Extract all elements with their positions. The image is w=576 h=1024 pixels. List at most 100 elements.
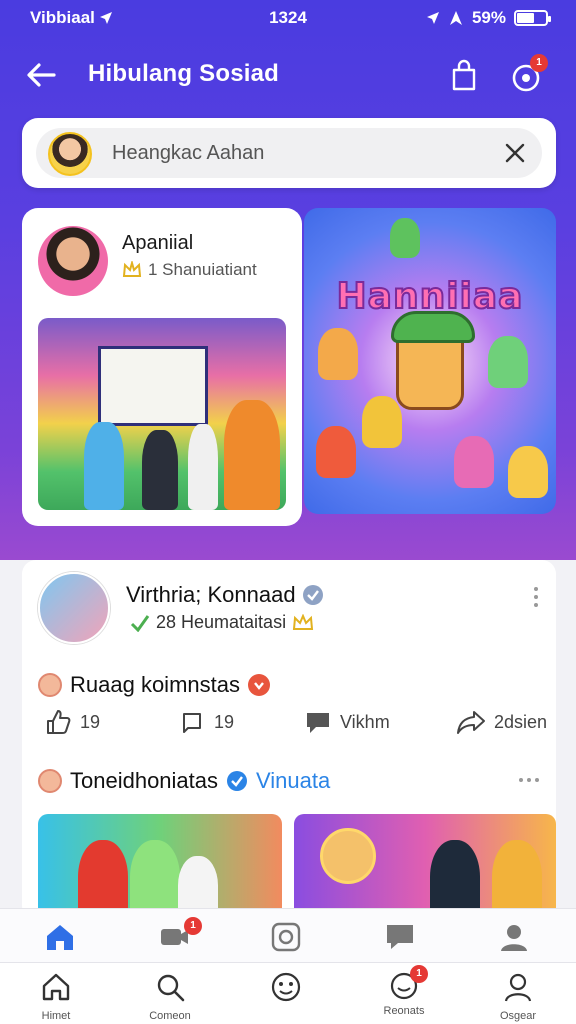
close-icon[interactable] <box>502 140 528 166</box>
thumbnail-character <box>320 828 376 884</box>
avatar <box>38 226 108 296</box>
battery-percent: 59% <box>471 8 506 27</box>
chat-badge: 1 <box>410 965 428 983</box>
like-count: 19 <box>80 711 101 732</box>
tab-profile[interactable] <box>484 921 544 958</box>
message-icon <box>387 925 413 949</box>
photo-child <box>84 422 124 510</box>
featured-artwork[interactable]: Hanniiaa <box>304 208 556 514</box>
nav-profile-label: Osgear <box>499 1010 537 1022</box>
post-caption: Ruaag koimnstas <box>70 672 240 697</box>
tab-messages[interactable] <box>370 921 430 958</box>
nav-search[interactable]: Comeon <box>140 971 200 1022</box>
post-caption-row: Ruaag koimnstas <box>38 672 270 698</box>
photo-board <box>98 346 208 426</box>
chat-tab-icon-wrap: 1 <box>388 965 428 1003</box>
subheader-tag[interactable]: Vinuata <box>256 768 330 794</box>
signal-icon <box>449 11 462 25</box>
repost-icon <box>183 713 201 733</box>
artwork-mascot <box>391 311 475 410</box>
search-card: Heangkac Aahan <box>22 118 556 188</box>
crown-icon <box>122 261 142 277</box>
emoji-icon <box>38 673 62 697</box>
artwork-character <box>316 426 356 478</box>
tab-bar-upper: 1 <box>0 908 576 964</box>
artwork-character <box>488 336 528 388</box>
status-bar: Vibbiaal 1324 59% <box>0 0 576 36</box>
nav-profile[interactable]: Osgear <box>488 971 548 1022</box>
page-title: Hibulang Sosiad <box>88 60 280 87</box>
photo-child <box>188 424 218 510</box>
comment-label: Vikhm <box>340 711 390 732</box>
post-actions: 19 19 Vikhm 2dsien <box>38 708 547 740</box>
media-thumbnail[interactable] <box>294 814 556 920</box>
avatar[interactable] <box>38 572 110 644</box>
status-icons: 59% <box>426 8 551 28</box>
tab-camera[interactable] <box>256 921 316 958</box>
tab-bar-lower: Himet Comeon 1 Reonats Osgear <box>0 962 576 1024</box>
more-horizontal-icon[interactable] <box>518 776 540 784</box>
like-icon <box>47 710 71 734</box>
artwork-character <box>454 436 494 488</box>
photo-child <box>142 430 178 510</box>
notification-badge: 1 <box>530 54 548 72</box>
repost-button[interactable]: 19 <box>178 708 234 736</box>
search-placeholder: Heangkac Aahan <box>112 142 265 164</box>
media-thumbnail[interactable] <box>38 814 282 920</box>
tab-home[interactable] <box>30 921 90 958</box>
heart-icon <box>254 682 264 690</box>
post-author-row: Virthria; Konnaad <box>126 582 324 608</box>
post-card: Virthria; Konnaad 28 Heumataitasi Ruaag … <box>22 560 556 920</box>
nav-home[interactable]: Himet <box>26 971 86 1022</box>
artwork-character <box>318 328 358 380</box>
profile-meta-text: 1 Shanuiatiant <box>148 260 257 279</box>
camera-icon <box>271 922 301 952</box>
home-icon <box>42 973 70 1001</box>
video-tab-icon-wrap: 1 <box>158 917 202 953</box>
crown-icon <box>292 613 314 630</box>
app-header: Hibulang Sosiad 1 <box>0 48 576 100</box>
post-author[interactable]: Virthria; Konnaad <box>126 582 296 608</box>
artwork-character <box>508 446 548 498</box>
emoji-icon <box>271 972 301 1002</box>
battery-icon <box>514 10 551 26</box>
nav-chat-label: Reonats <box>383 1005 425 1017</box>
share-icon <box>457 711 485 734</box>
nav-chat[interactable]: 1 Reonats <box>374 965 434 1017</box>
profile-name: Apaniial <box>122 232 194 254</box>
profile-icon <box>504 973 532 1002</box>
battery-fill <box>517 13 534 23</box>
artwork-character <box>362 396 402 448</box>
search-icon <box>157 974 185 1002</box>
search-input[interactable]: Heangkac Aahan <box>36 128 542 178</box>
share-button[interactable]: 2dsien <box>456 708 547 736</box>
verified-icon <box>227 771 248 791</box>
video-badge: 1 <box>184 917 202 935</box>
tab-video[interactable]: 1 <box>144 917 204 953</box>
comment-icon <box>307 713 329 733</box>
notification-button[interactable]: 1 <box>508 54 548 94</box>
avatar <box>48 132 92 176</box>
check-icon <box>130 614 150 632</box>
like-button[interactable]: 19 <box>44 708 100 736</box>
nav-search-label: Comeon <box>149 1010 191 1022</box>
emoji-icon <box>38 769 62 793</box>
post-meta-text: 28 Heumataitasi <box>156 612 287 632</box>
featured-photo[interactable] <box>38 318 286 510</box>
shopping-bag-icon[interactable] <box>448 58 480 92</box>
location-arrow-icon <box>426 12 439 24</box>
featured-profile-card[interactable]: Apaniial 1 Shanuiatiant <box>22 208 302 526</box>
back-arrow-icon[interactable] <box>24 58 58 92</box>
nav-emoji[interactable] <box>256 971 316 1010</box>
nav-home-label: Himet <box>41 1010 71 1022</box>
profile-icon <box>501 925 527 951</box>
heart-badge-icon <box>247 674 270 696</box>
artwork-character <box>390 218 420 258</box>
post-meta: 28 Heumataitasi <box>130 612 314 633</box>
more-vertical-icon[interactable] <box>532 586 540 608</box>
post-subheader: Toneidhoniatas Vinuata <box>38 768 330 794</box>
comment-button[interactable]: Vikhm <box>304 708 390 736</box>
repost-count: 19 <box>214 711 235 732</box>
home-icon <box>47 925 73 950</box>
verified-icon <box>302 585 323 605</box>
